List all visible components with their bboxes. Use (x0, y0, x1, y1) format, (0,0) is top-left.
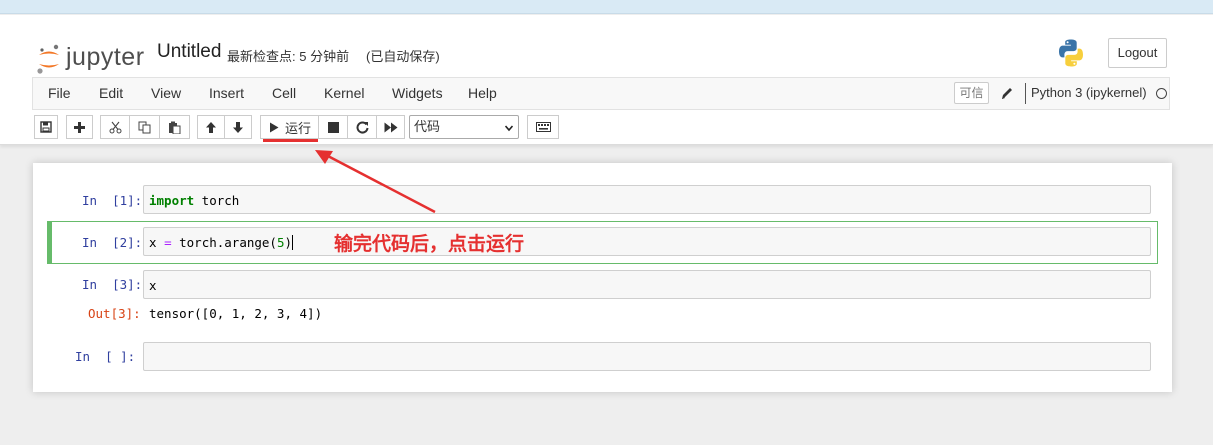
cell-output: tensor([0, 1, 2, 3, 4]) (149, 306, 323, 321)
arrow-down-icon (233, 121, 243, 133)
code-text: torch.arange( (171, 235, 277, 250)
notebook-title[interactable]: Untitled (157, 41, 221, 63)
kernel-idle-indicator-icon (1156, 88, 1167, 99)
cut-icon (109, 121, 121, 133)
logo-text: jupyter (66, 43, 145, 71)
copy-icon (138, 121, 151, 133)
autosave-status: (已自动保存) (366, 49, 440, 64)
edit-pencil-icon[interactable] (1000, 85, 1014, 101)
keyboard-icon (535, 122, 551, 132)
python-logo-icon (1059, 39, 1083, 67)
restart-icon (356, 121, 368, 134)
arrow-up-icon (206, 121, 216, 133)
command-palette-button[interactable] (527, 115, 559, 139)
fast-forward-icon (384, 122, 397, 132)
run-label: 运行 (285, 120, 312, 136)
save-icon (40, 121, 52, 133)
paste-button[interactable] (159, 115, 190, 139)
browser-top-strip (0, 0, 1213, 14)
cell-input-prompt: In [ ]: (75, 349, 136, 364)
menubar: File Edit View Insert Cell Kernel Widget… (32, 77, 1170, 110)
arrow-head (315, 150, 333, 164)
menu-widgets[interactable]: Widgets (392, 85, 443, 101)
text-cursor (292, 235, 294, 250)
cell-output-prompt: Out[3]: (88, 306, 141, 321)
interrupt-kernel-button[interactable] (318, 115, 348, 139)
menu-insert[interactable]: Insert (209, 85, 244, 101)
code-cell-input[interactable]: x = torch.arange(5) (143, 227, 1151, 256)
notebook-header: jupyter Untitled 最新检查点: 5 分钟前 (已自动保存) Lo… (0, 15, 1213, 145)
code-cell-input[interactable]: x (143, 270, 1151, 299)
notebook-container: In [1]: import torch In [2]: x = torch.a… (33, 163, 1172, 392)
jupyter-logo[interactable]: jupyter (36, 42, 146, 76)
menu-edit[interactable]: Edit (99, 85, 123, 101)
cell-type-select[interactable]: 代码 (409, 115, 519, 139)
code-keyword: import (149, 193, 195, 208)
restart-run-all-button[interactable] (376, 115, 405, 139)
code-cell-input[interactable]: import torch (143, 185, 1151, 214)
insert-cell-button[interactable] (66, 115, 93, 139)
copy-button[interactable] (129, 115, 160, 139)
cell-type-value: 代码 (414, 119, 441, 134)
code-text: x (149, 278, 157, 293)
code-operator: = (164, 235, 172, 250)
code-text: ) (284, 235, 293, 250)
kernel-separator (1025, 83, 1026, 104)
cut-button[interactable] (100, 115, 130, 139)
menu-file[interactable]: File (48, 85, 71, 101)
menu-kernel[interactable]: Kernel (324, 85, 364, 101)
menu-cell[interactable]: Cell (272, 85, 296, 101)
plus-icon (74, 121, 85, 133)
code-text: torch (194, 193, 240, 208)
menu-view[interactable]: View (151, 85, 181, 101)
code-cell-input[interactable] (143, 342, 1151, 371)
stop-icon (327, 121, 339, 133)
restart-kernel-button[interactable] (347, 115, 377, 139)
kernel-name[interactable]: Python 3 (ipykernel) (1031, 85, 1147, 100)
checkpoint-status: 最新检查点: 5 分钟前 (227, 49, 350, 64)
play-icon (270, 122, 279, 132)
paste-icon (169, 121, 181, 134)
move-up-button[interactable] (197, 115, 225, 139)
run-button-underline (263, 139, 318, 142)
run-button[interactable]: 运行 (260, 115, 319, 139)
cell-input-prompt: In [3]: (82, 277, 143, 292)
chevron-down-icon (505, 125, 513, 132)
trusted-indicator[interactable]: 可信 (954, 82, 989, 104)
annotation-text: 输完代码后，点击运行 (334, 234, 525, 255)
jupyter-logo-icon (37, 44, 59, 74)
cell-input-prompt: In [2]: (82, 235, 143, 250)
move-down-button[interactable] (224, 115, 252, 139)
menu-help[interactable]: Help (468, 85, 497, 101)
save-button[interactable] (34, 115, 58, 139)
logout-button[interactable]: Logout (1108, 38, 1167, 68)
code-text: x (149, 235, 165, 250)
cell-input-prompt: In [1]: (82, 193, 143, 208)
